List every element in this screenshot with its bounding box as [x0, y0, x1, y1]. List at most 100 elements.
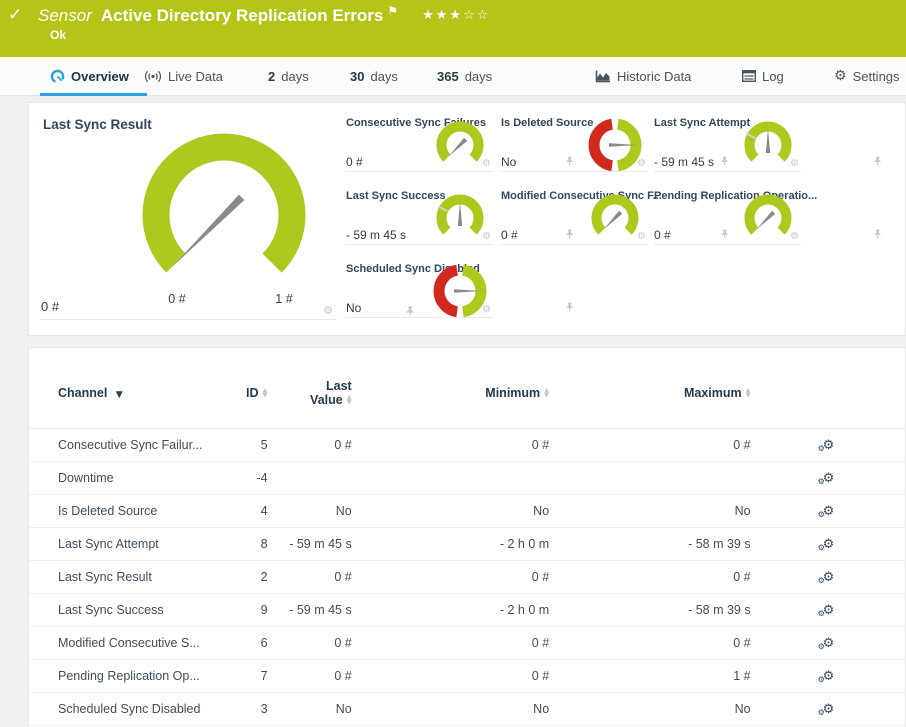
col-header-maximum[interactable]: Maximum ▲ ▼ — [549, 348, 751, 429]
table-row[interactable]: Pending Replication Op... 7 0 # 0 # 1 # … — [29, 659, 906, 693]
sensor-header: ✓ Sensor Active Directory Replication Err… — [0, 0, 906, 57]
table-row[interactable]: Last Sync Result 2 0 # 0 # 0 # ⚙ ⚙ — [29, 560, 906, 594]
gear-icon: ⚙ — [834, 68, 847, 84]
channel-settings-gear-icon[interactable]: ⚙ ⚙ — [818, 670, 835, 684]
channel-last-value — [267, 461, 352, 495]
pin-icon[interactable] — [566, 302, 574, 312]
channel-maximum: 1 # — [549, 659, 751, 693]
gauge-cell-scheduled-sync-disabled: Scheduled Sync Disabled No ⚙ — [346, 263, 573, 318]
channel-minimum: 0 # — [351, 626, 550, 660]
priority-stars[interactable]: ★★★☆☆ — [422, 8, 490, 23]
channel-settings-gear-icon[interactable]: ⚙ ⚙ — [818, 604, 835, 618]
channel-name[interactable]: Downtime — [29, 461, 229, 495]
channel-name[interactable]: Is Deleted Source — [29, 494, 229, 528]
gauge-value: 0 # — [654, 228, 671, 242]
channel-id: 2 — [228, 560, 268, 594]
tab-2-days-label: days — [281, 68, 309, 84]
log-icon — [742, 70, 756, 82]
gauge-scale-min: 0 # — [168, 292, 186, 306]
gear-icon[interactable]: ⚙ — [482, 231, 491, 242]
gauge-value: No — [346, 301, 362, 315]
col-header-minimum[interactable]: Minimum ▲ ▼ — [351, 348, 550, 429]
channel-id: 8 — [228, 527, 268, 561]
gear-icon[interactable]: ⚙ — [637, 158, 646, 169]
gear-icon[interactable]: ⚙ — [482, 304, 491, 315]
gauge-value: 0 # — [501, 228, 518, 242]
gauge-title: Last Sync Attempt — [654, 117, 751, 129]
pin-icon[interactable] — [874, 229, 882, 239]
channel-maximum: - 58 m 39 s — [549, 527, 751, 561]
table-row[interactable]: Scheduled Sync Disabled 3 No No No ⚙ ⚙ — [29, 692, 906, 726]
channel-settings-gear-icon[interactable]: ⚙ ⚙ — [818, 505, 835, 519]
channel-maximum: No — [549, 692, 751, 726]
channel-last-value: 0 # — [267, 626, 352, 660]
col-header-maximum-label: Maximum — [683, 385, 742, 400]
stars-filled: ★★★ — [422, 8, 464, 23]
channel-last-value: - 59 m 45 s — [267, 593, 352, 627]
channel-id: 5 — [228, 428, 268, 462]
table-row[interactable]: Downtime -4 ⚙ ⚙ — [29, 461, 906, 495]
channel-name[interactable]: Last Sync Result — [29, 560, 229, 594]
sort-icon: ▲ ▼ — [262, 386, 268, 400]
gauges-panel: Last Sync Result 0 # 1 # 0 # ⚙ Consecuti… — [28, 102, 906, 336]
live-data-icon — [145, 70, 161, 82]
stars-empty: ☆☆ — [463, 8, 491, 23]
table-header-row: Channel ▼ ID ▲ ▼ Last Value ▲ ▼ Minimum ▲ ▼ Ma — [29, 348, 906, 429]
channel-settings-gear-icon[interactable]: ⚙ ⚙ — [818, 637, 835, 651]
channel-last-value: - 59 m 45 s — [267, 527, 352, 561]
channel-settings-gear-icon[interactable]: ⚙ ⚙ — [818, 571, 835, 585]
channel-name[interactable]: Scheduled Sync Disabled — [29, 692, 229, 726]
sort-icon: ▲ ▼ — [544, 386, 550, 400]
channel-table-panel: Channel ▼ ID ▲ ▼ Last Value ▲ ▼ Minimum ▲ ▼ Ma — [28, 347, 906, 727]
tab-historic-data[interactable]: Historic Data — [595, 57, 691, 95]
channel-minimum: No — [351, 692, 550, 726]
channel-name[interactable]: Consecutive Sync Failur... — [29, 428, 229, 462]
channel-id: 3 — [228, 692, 268, 726]
channel-name[interactable]: Modified Consecutive S... — [29, 626, 229, 660]
table-row[interactable]: Last Sync Success 9 - 59 m 45 s - 2 h 0 … — [29, 593, 906, 627]
tab-log[interactable]: Log — [742, 57, 784, 95]
flag-icon[interactable]: ⚑ — [387, 4, 398, 18]
col-header-channel[interactable]: Channel ▼ — [29, 348, 229, 429]
gauge-value: - 59 m 45 s — [346, 228, 407, 242]
table-row[interactable]: Modified Consecutive S... 6 0 # 0 # 0 # … — [29, 626, 906, 660]
channel-minimum: 0 # — [351, 428, 550, 462]
tab-365-days[interactable]: 365 days — [437, 57, 492, 95]
col-header-id[interactable]: ID ▲ ▼ — [228, 348, 268, 429]
channel-maximum: No — [549, 494, 751, 528]
col-header-minimum-label: Minimum — [485, 385, 541, 400]
channel-name[interactable]: Last Sync Success — [29, 593, 229, 627]
channel-settings-gear-icon[interactable]: ⚙ ⚙ — [818, 472, 835, 486]
tab-settings[interactable]: ⚙ Settings — [834, 57, 900, 95]
tab-30-days[interactable]: 30 days — [350, 57, 398, 95]
channel-settings-gear-icon[interactable]: ⚙ ⚙ — [818, 703, 835, 717]
channel-id: 9 — [228, 593, 268, 627]
tab-overview-label: Overview — [71, 68, 129, 84]
gauge-cell-last-sync-success: Last Sync Success - 59 m 45 s ⚙ — [346, 190, 573, 245]
channel-name[interactable]: Pending Replication Op... — [29, 659, 229, 693]
tab-historic-data-label: Historic Data — [617, 68, 692, 84]
gear-icon[interactable]: ⚙ — [323, 304, 333, 317]
table-row[interactable]: Is Deleted Source 4 No No No ⚙ ⚙ — [29, 494, 906, 528]
channel-minimum: No — [351, 494, 550, 528]
channel-maximum — [549, 461, 751, 495]
channel-settings-gear-icon[interactable]: ⚙ ⚙ — [818, 439, 835, 453]
col-header-last-value[interactable]: Last Value ▲ ▼ — [267, 348, 352, 429]
tab-2-days[interactable]: 2 days — [268, 57, 309, 95]
channel-last-value: 0 # — [267, 428, 352, 462]
table-row[interactable]: Last Sync Attempt 8 - 59 m 45 s - 2 h 0 … — [29, 527, 906, 561]
gear-icon[interactable]: ⚙ — [637, 231, 646, 242]
gear-icon[interactable]: ⚙ — [790, 158, 799, 169]
channel-id: -4 — [228, 461, 268, 495]
channel-name[interactable]: Last Sync Attempt — [29, 527, 229, 561]
tab-overview[interactable]: Overview — [50, 57, 129, 95]
tab-30-days-number: 30 — [350, 68, 365, 84]
gauge-cell-modified-consecutive-sync-f: Modified Consecutive Sync F... 0 # ⚙ — [501, 190, 728, 245]
channel-settings-gear-icon[interactable]: ⚙ ⚙ — [818, 538, 835, 552]
table-row[interactable]: Consecutive Sync Failur... 5 0 # 0 # 0 #… — [29, 428, 906, 462]
tab-live-data[interactable]: Live Data — [144, 57, 223, 95]
gauge-value: No — [501, 155, 517, 169]
pin-icon[interactable] — [874, 156, 882, 166]
gear-icon[interactable]: ⚙ — [790, 231, 799, 242]
gear-icon[interactable]: ⚙ — [482, 158, 491, 169]
